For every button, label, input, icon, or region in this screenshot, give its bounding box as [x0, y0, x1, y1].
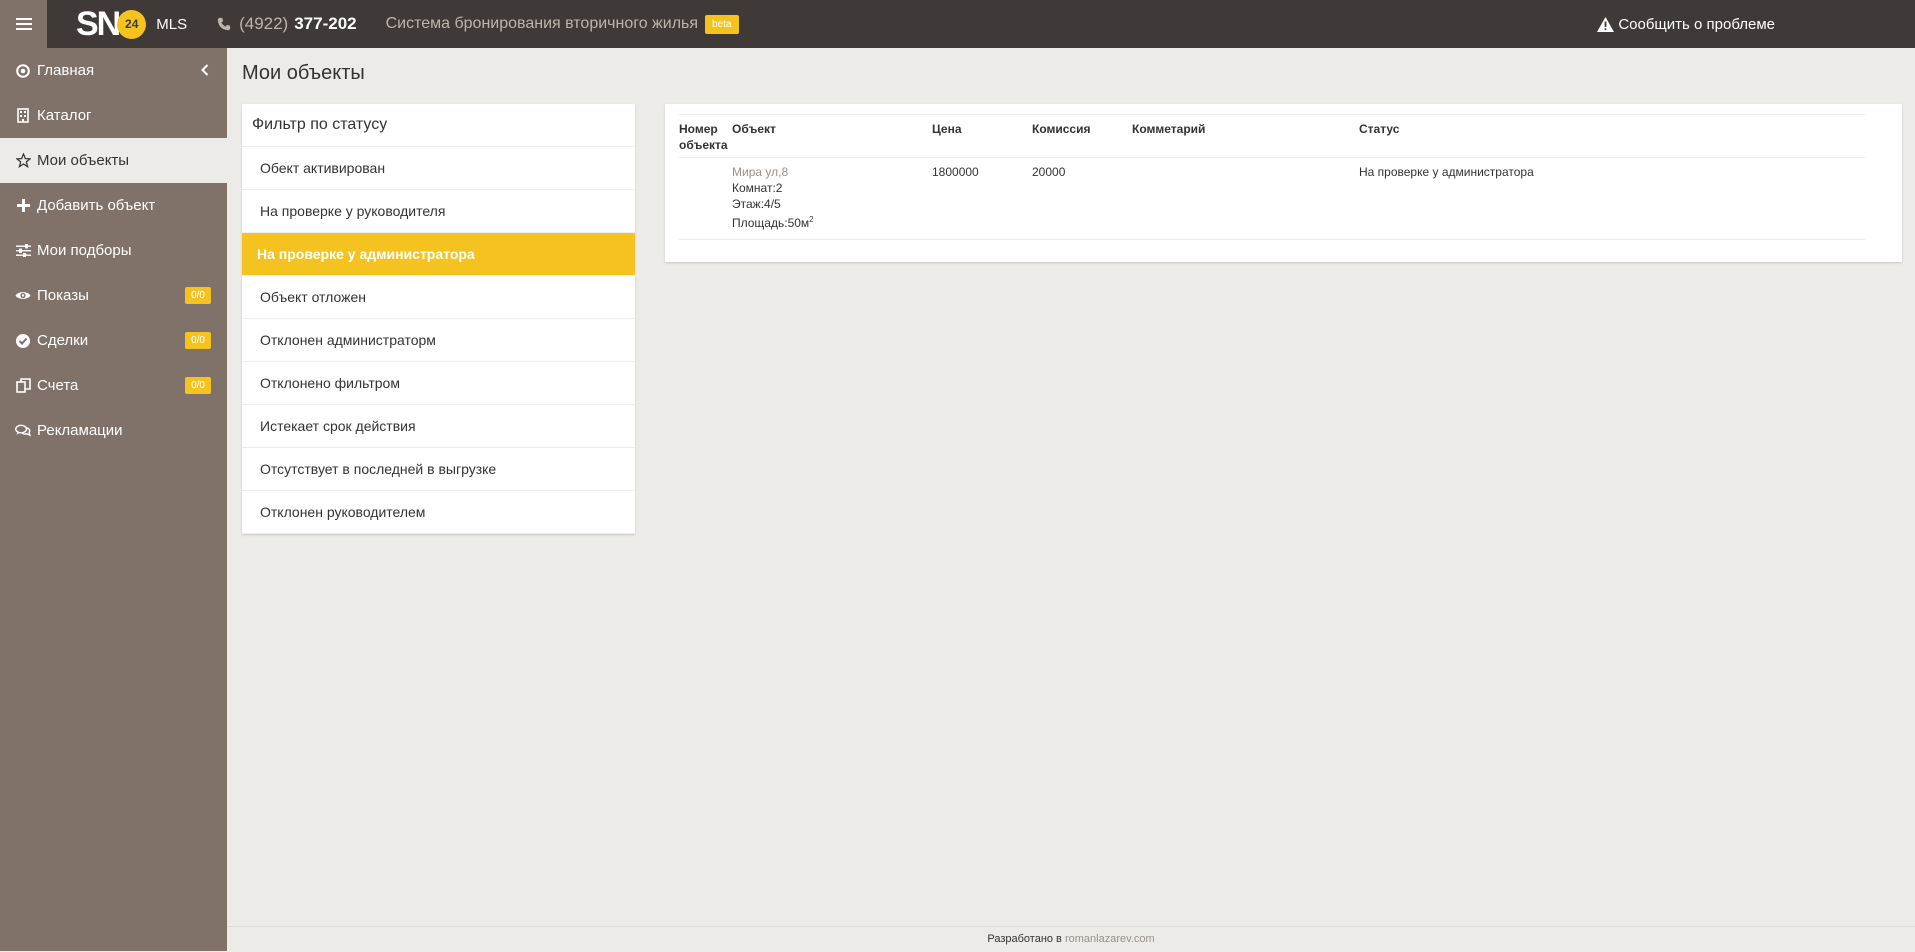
objects-table-panel: Номер объекта Объект Цена Комиссия Коммет…: [665, 104, 1902, 262]
footer-text: Разработано в: [987, 933, 1062, 945]
cell-number: [679, 157, 732, 240]
object-rooms: Комнат:2: [732, 181, 783, 195]
sidebar-item-label: Мои подборы: [37, 242, 132, 259]
phone: (4922) 377-202: [217, 14, 357, 34]
table-header-row: Номер объекта Объект Цена Комиссия Коммет…: [679, 114, 1865, 158]
filter-item-active[interactable]: На проверке у администратора: [242, 233, 635, 276]
comments-icon: [15, 424, 31, 437]
cell-price: 1800000: [932, 157, 1032, 240]
footer: Разработано в romanlazarev.com: [227, 926, 1915, 952]
sidebar-item-label: Сделки: [37, 332, 89, 349]
sidebar-item-label: Каталог: [37, 107, 92, 124]
chevron-left-icon[interactable]: [201, 63, 209, 79]
cell-object: Мира ул,8 Комнат:2 Этаж:4/5 Площадь:50м2: [732, 157, 932, 240]
object-area-sup: 2: [809, 215, 814, 224]
cell-status: На проверке у администратора: [1359, 157, 1865, 240]
report-problem-link[interactable]: Сообщить о проблеме: [1597, 0, 1775, 48]
sidebar: Главная Каталог Мои объекты Добавить объ…: [0, 48, 227, 951]
sidebar-item-home[interactable]: Главная: [0, 48, 227, 93]
column-header-number: Номер объекта: [679, 114, 732, 158]
count-badge: 0/0: [185, 287, 211, 304]
object-area: Площадь:50м: [732, 216, 810, 230]
filter-item[interactable]: Отклонено фильтром: [242, 362, 635, 405]
page-title: Мои объекты: [242, 62, 365, 84]
top-bar: SN 24 MLS (4922) 377-202 Система брониро…: [0, 0, 1915, 48]
logo[interactable]: SN 24 MLS: [76, 7, 187, 41]
sidebar-item-my-objects[interactable]: Мои объекты: [0, 138, 227, 183]
phone-number: 377-202: [294, 14, 357, 33]
footer-link[interactable]: romanlazarev.com: [1065, 933, 1155, 945]
sidebar-item-complaints[interactable]: Рекламации: [0, 408, 227, 453]
filter-item[interactable]: Объект отложен: [242, 276, 635, 319]
count-badge: 0/0: [185, 377, 211, 394]
sidebar-item-catalog[interactable]: Каталог: [0, 93, 227, 138]
count-badge: 0/0: [185, 332, 211, 349]
filter-item[interactable]: Истекает срок действия: [242, 405, 635, 448]
filter-item[interactable]: Отклонен руководителем: [242, 491, 635, 534]
sidebar-item-label: Показы: [37, 287, 89, 304]
warning-icon: [1597, 16, 1615, 32]
sidebar-item-label: Счета: [37, 377, 79, 394]
phone-code: (4922): [239, 14, 289, 33]
building-icon: [15, 108, 31, 123]
sidebar-item-label: Мои объекты: [37, 152, 130, 169]
plus-icon: [15, 199, 31, 212]
column-header-object: Объект: [732, 114, 932, 158]
circle-dot-icon: [15, 63, 31, 78]
column-header-comment: Комметарий: [1132, 114, 1359, 158]
filter-item[interactable]: На проверке у руководителя: [242, 190, 635, 233]
object-address-link[interactable]: Мира ул,8: [732, 165, 788, 179]
sliders-icon: [15, 244, 31, 257]
sidebar-item-label: Главная: [37, 62, 95, 79]
filter-title: Фильтр по статусу: [242, 104, 635, 147]
filter-item[interactable]: Отклонен администраторм: [242, 319, 635, 362]
table-row[interactable]: Мира ул,8 Комнат:2 Этаж:4/5 Площадь:50м2…: [679, 157, 1865, 240]
check-circle-icon: [15, 333, 31, 348]
cell-commission: 20000: [1032, 157, 1132, 240]
eye-icon: [15, 290, 31, 301]
object-floor: Этаж:4/5: [732, 197, 781, 211]
sidebar-item-add-object[interactable]: Добавить объект: [0, 183, 227, 228]
star-icon: [15, 153, 31, 168]
sidebar-item-invoices[interactable]: Счета 0/0: [0, 363, 227, 408]
phone-icon: [217, 17, 231, 31]
sidebar-item-label: Рекламации: [37, 422, 123, 439]
logo-mls: MLS: [156, 15, 188, 33]
filter-item[interactable]: Отсутствует в последней в выгрузке: [242, 448, 635, 491]
column-header-commission: Комиссия: [1032, 114, 1132, 158]
beta-badge: beta: [705, 14, 739, 34]
column-header-number-line2: объекта: [679, 138, 728, 152]
status-filter-panel: Фильтр по статусу Обект активирован На п…: [242, 104, 635, 534]
cell-comment: [1132, 157, 1359, 240]
sidebar-item-my-selections[interactable]: Мои подборы: [0, 228, 227, 273]
hamburger-icon: [15, 15, 32, 33]
report-problem-label: Сообщить о проблеме: [1618, 15, 1775, 33]
logo-text: SN: [76, 5, 121, 43]
system-title: Система бронирования вторичного жилья: [385, 15, 699, 32]
hamburger-menu-button[interactable]: [0, 0, 47, 48]
sidebar-item-deals[interactable]: Сделки 0/0: [0, 318, 227, 363]
column-header-price: Цена: [932, 114, 1032, 158]
column-header-number-line1: Номер: [679, 122, 718, 136]
logo-badge: 24: [117, 9, 147, 39]
copy-icon: [15, 378, 31, 393]
sidebar-item-label: Добавить объект: [37, 197, 156, 214]
objects-table: Номер объекта Объект Цена Комиссия Коммет…: [679, 114, 1865, 240]
column-header-status: Статус: [1359, 114, 1865, 158]
sidebar-item-showings[interactable]: Показы 0/0: [0, 273, 227, 318]
filter-item[interactable]: Обект активирован: [242, 147, 635, 190]
